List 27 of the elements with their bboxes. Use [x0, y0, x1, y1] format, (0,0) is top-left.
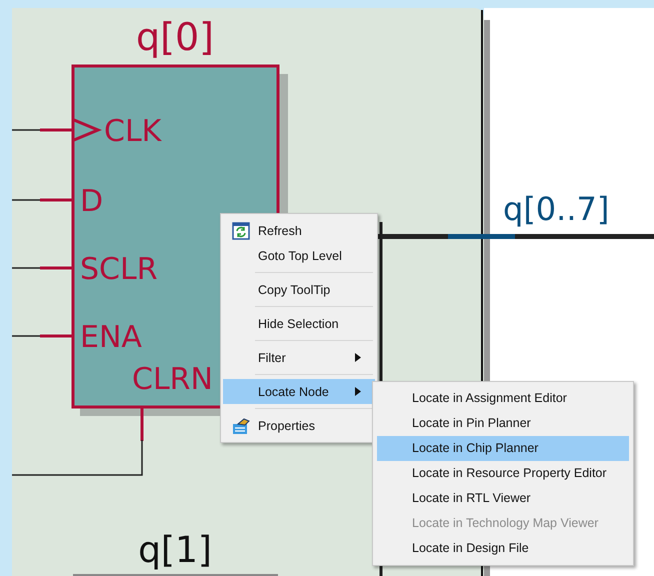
menu-item[interactable]: Copy ToolTip: [223, 277, 375, 302]
menu-item[interactable]: Refresh: [223, 218, 375, 243]
menu-item[interactable]: Properties: [223, 413, 375, 438]
menu-item[interactable]: Locate Node: [223, 379, 375, 404]
menu-item[interactable]: Goto Top Level: [223, 243, 375, 268]
pin-label: D: [80, 184, 104, 219]
menu-item[interactable]: Locate in Chip Planner: [377, 436, 629, 461]
pin-wire: [12, 198, 73, 202]
pin-wire: [12, 128, 73, 132]
pin-wire: [12, 266, 73, 270]
node-title: q[1]: [138, 530, 212, 571]
properties-icon: [232, 416, 250, 434]
bus-label: q[0..7]: [503, 190, 610, 228]
node-title: q[0]: [136, 15, 214, 59]
pin-label: CLRN: [132, 362, 213, 397]
menu-item[interactable]: Locate in Design File: [377, 536, 629, 561]
menu-item[interactable]: Hide Selection: [223, 311, 375, 336]
menu-item[interactable]: Locate in Resource Property Editor: [377, 461, 629, 486]
pin-label: ENA: [80, 320, 142, 355]
menu-item[interactable]: Filter: [223, 345, 375, 370]
pin-label: SCLR: [80, 252, 158, 287]
menu-item[interactable]: Locate in Assignment Editor: [377, 386, 629, 411]
pin-label: CLK: [104, 114, 162, 149]
refresh-icon: [232, 222, 250, 240]
menu-item[interactable]: Locate in RTL Viewer: [377, 486, 629, 511]
pin-wire: [12, 334, 73, 338]
menu-item[interactable]: Locate in Pin Planner: [377, 411, 629, 436]
